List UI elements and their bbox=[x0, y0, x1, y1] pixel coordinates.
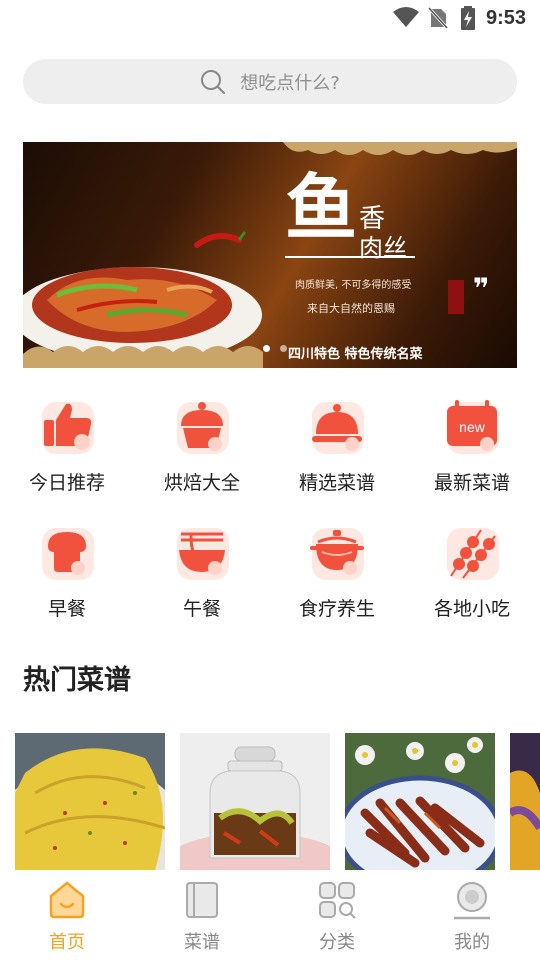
egg-pancake-photo bbox=[15, 733, 165, 870]
recipe-card[interactable] bbox=[510, 733, 540, 870]
banner-dot-2[interactable] bbox=[280, 345, 287, 352]
category-icon bbox=[319, 882, 356, 919]
category-label: 早餐 bbox=[47, 598, 86, 620]
banner-page-indicator bbox=[263, 345, 287, 352]
category-label: 今日推荐 bbox=[28, 472, 105, 494]
no-sim-icon bbox=[428, 7, 448, 29]
nav-label: 菜谱 bbox=[184, 932, 220, 953]
category-label: 烘焙大全 bbox=[163, 472, 240, 494]
category-today-recommend[interactable]: 今日推荐 bbox=[12, 396, 122, 506]
category-label: 最新菜谱 bbox=[433, 472, 510, 494]
toast-icon bbox=[42, 528, 94, 580]
bottom-navigation: 首页 菜谱 分类 我的 bbox=[0, 870, 540, 960]
banner-title-main: 鱼 bbox=[285, 165, 358, 250]
wifi-icon bbox=[393, 7, 419, 27]
new-calendar-icon: new bbox=[447, 400, 499, 454]
category-breakfast[interactable]: 早餐 bbox=[12, 522, 122, 632]
quote-mark-icon: ❞ bbox=[473, 272, 490, 305]
nav-recipes[interactable]: 菜谱 bbox=[152, 880, 252, 954]
recipe-card[interactable] bbox=[345, 733, 495, 870]
pickled-jar-photo bbox=[180, 733, 330, 870]
skewer-icon bbox=[447, 528, 499, 580]
nav-label: 我的 bbox=[454, 932, 490, 953]
recipe-card[interactable] bbox=[180, 733, 330, 870]
book-icon bbox=[186, 882, 218, 918]
nav-profile[interactable]: 我的 bbox=[422, 880, 522, 954]
home-icon bbox=[49, 881, 85, 919]
noodle-bowl-icon bbox=[177, 528, 229, 580]
status-bar: 9:53 bbox=[0, 0, 540, 38]
search-icon bbox=[201, 69, 226, 94]
nav-label: 分类 bbox=[319, 932, 355, 953]
cloche-icon bbox=[312, 402, 364, 454]
search-input[interactable]: 想吃点什么? bbox=[23, 59, 517, 104]
banner-caption: 四川特色 特色传统名菜 bbox=[288, 347, 423, 362]
battery-charging-icon bbox=[461, 6, 475, 30]
profile-icon bbox=[454, 882, 490, 920]
hot-recipes-title: 热门菜谱 bbox=[23, 665, 131, 696]
recipe-card[interactable] bbox=[15, 733, 165, 870]
category-newest-recipes[interactable]: new 最新菜谱 bbox=[417, 396, 527, 506]
category-label: 各地小吃 bbox=[433, 598, 510, 620]
top-wave-decoration bbox=[283, 142, 517, 155]
category-baking[interactable]: 烘焙大全 bbox=[147, 396, 257, 506]
thumbs-up-icon bbox=[42, 402, 94, 454]
status-time: 9:53 bbox=[486, 7, 527, 29]
banner-desc-2: 来自大自然的恩赐 bbox=[307, 302, 395, 315]
category-local-snacks[interactable]: 各地小吃 bbox=[417, 522, 527, 632]
banner-dot-1[interactable] bbox=[263, 345, 270, 352]
category-selected-recipes[interactable]: 精选菜谱 bbox=[282, 396, 392, 506]
search-placeholder: 想吃点什么? bbox=[240, 72, 340, 94]
category-label: 午餐 bbox=[182, 598, 221, 620]
cupcake-icon bbox=[177, 402, 229, 454]
braised-meat-strips-photo bbox=[345, 733, 495, 870]
nav-label: 首页 bbox=[49, 932, 85, 953]
svg-text:new: new bbox=[459, 419, 486, 435]
category-label: 精选菜谱 bbox=[298, 472, 375, 494]
banner-title-underline bbox=[285, 256, 415, 258]
category-diet-therapy[interactable]: 食疗养生 bbox=[282, 522, 392, 632]
pot-icon bbox=[310, 528, 364, 580]
promo-banner[interactable]: 鱼 香 肉丝 肉质鲜美, 不可多得的感受 来自大自然的恩赐 ❞ 四川特色 特色传… bbox=[23, 142, 517, 368]
category-label: 食疗养生 bbox=[298, 598, 375, 620]
banner-desc-1: 肉质鲜美, 不可多得的感受 bbox=[295, 280, 412, 291]
seal-stamp bbox=[448, 280, 464, 314]
category-lunch[interactable]: 午餐 bbox=[147, 522, 257, 632]
nav-category[interactable]: 分类 bbox=[287, 880, 387, 954]
nav-home[interactable]: 首页 bbox=[17, 880, 117, 954]
partial-dish-photo bbox=[510, 733, 540, 870]
